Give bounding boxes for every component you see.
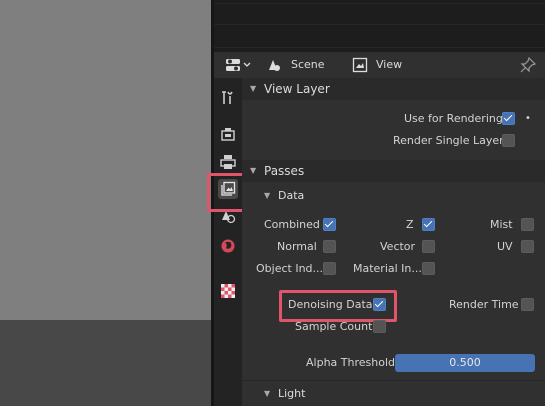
3d-viewport[interactable]	[0, 0, 212, 320]
world-icon	[221, 239, 235, 253]
properties-tabs	[214, 78, 242, 406]
scene-icon	[269, 60, 280, 71]
render-single-layer-label: Render Single Layer	[393, 134, 504, 147]
mist-label: Mist	[490, 218, 513, 231]
properties-editor-icon	[226, 59, 251, 71]
editor-type-button[interactable]	[224, 52, 254, 78]
chevron-right-icon: ▼	[264, 389, 271, 398]
denoising-highlight-box	[279, 290, 397, 322]
render-single-layer-checkbox[interactable]	[502, 134, 515, 147]
z-checkbox[interactable]	[422, 218, 435, 231]
z-label: Z	[406, 218, 414, 231]
outliner-area	[214, 0, 545, 48]
combined-label: Combined	[264, 218, 320, 231]
properties-header: Scene View Layer	[214, 52, 545, 97]
tab-render[interactable]	[218, 124, 238, 144]
camera-back-icon	[221, 128, 235, 141]
material-index-label: Material In...	[353, 262, 422, 275]
pin-icon	[520, 57, 536, 73]
object-index-label: Object Ind...	[256, 262, 324, 275]
data-subpanel-header[interactable]: ▼ Data	[242, 185, 545, 207]
scene-label: Scene	[291, 58, 325, 71]
uv-label: UV	[497, 240, 513, 253]
object-index-checkbox[interactable]	[323, 262, 336, 275]
timeline-area[interactable]	[0, 320, 212, 406]
animate-dot-icon[interactable]: •	[525, 111, 531, 127]
subpanel-title: Data	[278, 189, 305, 202]
alpha-threshold-label: Alpha Threshold	[306, 356, 395, 369]
chevron-down-icon: ▼	[264, 191, 271, 200]
section-title: Passes	[264, 164, 305, 178]
tab-tool[interactable]	[218, 88, 238, 108]
use-for-rendering-label: Use for Rendering	[404, 112, 503, 125]
material-index-checkbox[interactable]	[422, 262, 435, 275]
vector-label: Vector	[380, 240, 416, 253]
printer-icon	[220, 155, 236, 169]
image-stack-icon	[352, 57, 368, 73]
wrench-screwdriver-icon	[222, 91, 233, 104]
chevron-down-icon: ▼	[250, 84, 257, 93]
alpha-threshold-slider[interactable]: 0.500	[395, 354, 535, 372]
tab-texture[interactable]	[218, 281, 238, 301]
vector-checkbox[interactable]	[422, 240, 435, 253]
light-subpanel-header[interactable]: ▼ Light	[242, 383, 545, 405]
section-title: View Layer	[264, 82, 330, 96]
alpha-threshold-value: 0.500	[449, 356, 481, 369]
uv-checkbox[interactable]	[521, 240, 534, 253]
mist-checkbox[interactable]	[521, 218, 534, 231]
sample-count-checkbox[interactable]	[373, 320, 386, 333]
tab-world[interactable]	[218, 236, 238, 256]
divider	[242, 380, 545, 381]
normal-label: Normal	[277, 240, 317, 253]
render-time-label: Render Time	[449, 298, 519, 311]
subpanel-title: Light	[278, 387, 306, 400]
checkerboard-texture-icon	[221, 284, 235, 298]
passes-section-header[interactable]: ▼ Passes	[242, 160, 545, 182]
combined-checkbox[interactable]	[323, 218, 336, 231]
render-time-checkbox[interactable]	[521, 298, 534, 311]
normal-checkbox[interactable]	[323, 240, 336, 253]
tab-output[interactable]	[218, 152, 238, 172]
use-for-rendering-checkbox[interactable]	[502, 112, 515, 125]
chevron-down-icon: ▼	[250, 166, 257, 175]
sample-count-label: Sample Count	[295, 320, 373, 333]
view-layer-section-header[interactable]: ▼ View Layer	[242, 78, 545, 100]
